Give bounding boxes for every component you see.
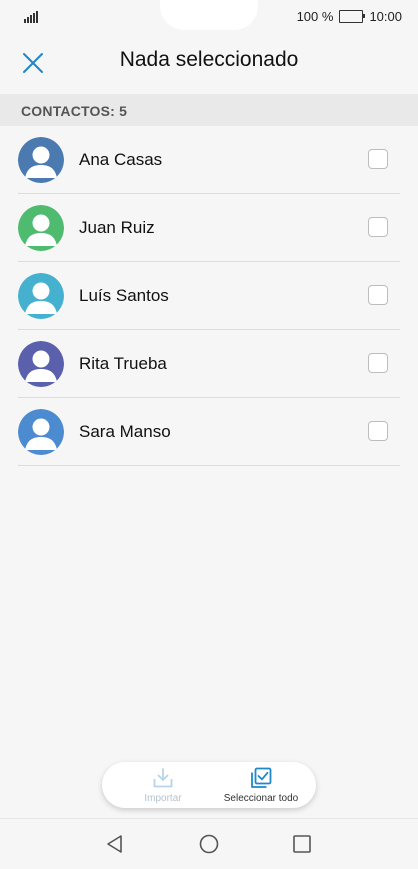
home-icon: [199, 834, 219, 854]
battery-icon: [339, 10, 366, 23]
divider: [18, 465, 400, 466]
select-checkbox[interactable]: [368, 217, 388, 237]
page-title: Nada seleccionado: [119, 48, 299, 71]
recents-icon: [293, 835, 311, 853]
recents-button[interactable]: [291, 833, 313, 855]
bottom-action-bar: Importar Seleccionar todo: [102, 762, 316, 808]
select-checkbox[interactable]: [368, 353, 388, 373]
signal-icon: [24, 11, 40, 23]
contact-row[interactable]: Luís Santos: [0, 262, 418, 330]
select-checkbox[interactable]: [368, 421, 388, 441]
back-icon: [107, 835, 122, 853]
contact-name: Luís Santos: [79, 286, 169, 305]
contact-row[interactable]: Juan Ruiz: [0, 194, 418, 262]
back-button[interactable]: [104, 833, 126, 855]
clock: 10:00: [369, 9, 402, 24]
select-all-button[interactable]: Seleccionar todo: [206, 766, 316, 806]
contact-list: Ana Casas Juan Ruiz Luís Santos Rita Tru…: [0, 126, 418, 466]
avatar-icon: [18, 341, 64, 387]
contacts-count-label: CONTACTOS: 5: [21, 103, 128, 119]
avatar-icon: [18, 137, 64, 183]
status-bar: 100 % 10:00: [0, 0, 418, 34]
contacts-count-header: CONTACTOS: 5: [0, 94, 418, 126]
select-checkbox[interactable]: [368, 149, 388, 169]
import-icon: [153, 768, 173, 788]
contact-row[interactable]: Sara Manso: [0, 398, 418, 466]
contact-name: Ana Casas: [79, 150, 163, 169]
avatar-icon: [18, 409, 64, 455]
header: Nada seleccionado: [0, 34, 418, 94]
contact-row[interactable]: Rita Trueba: [0, 330, 418, 398]
camera-notch: [160, 0, 258, 30]
import-button[interactable]: Importar: [110, 766, 216, 806]
contact-row[interactable]: Ana Casas: [0, 126, 418, 194]
select-all-label: Seleccionar todo: [223, 793, 299, 804]
navigation-bar: [0, 818, 418, 869]
contact-name: Juan Ruiz: [79, 218, 155, 237]
contact-name: Rita Trueba: [79, 354, 167, 373]
import-label: Importar: [144, 793, 182, 804]
select-all-icon: [251, 767, 272, 788]
select-checkbox[interactable]: [368, 285, 388, 305]
avatar-icon: [18, 273, 64, 319]
home-button[interactable]: [198, 833, 220, 855]
avatar-icon: [18, 205, 64, 251]
contact-name: Sara Manso: [79, 422, 171, 441]
battery-level: 100 %: [296, 9, 334, 24]
